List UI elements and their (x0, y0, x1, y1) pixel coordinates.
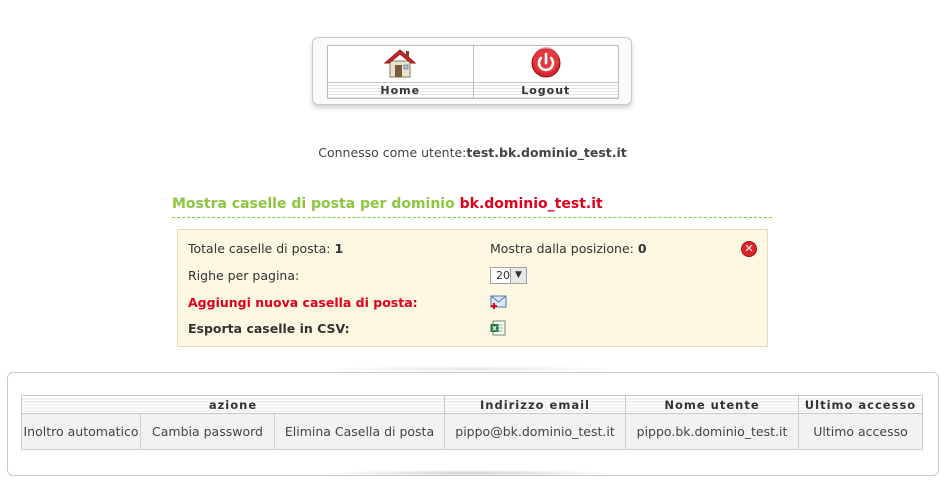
username-cell: pippo.bk.dominio_test.it (625, 413, 799, 450)
add-mailbox-label: Aggiungi nuova casella di posta: (188, 295, 418, 310)
house-icon (382, 47, 418, 83)
position-row: Mostra dalla posizione: 0 (490, 241, 647, 256)
home-button[interactable]: Home (328, 46, 473, 98)
header-azione: azione (21, 395, 445, 414)
nav-table: Home Logout (327, 45, 619, 99)
add-mailbox-icon[interactable] (490, 295, 508, 313)
home-label: Home (328, 82, 473, 98)
forward-link[interactable]: Inoltro automatico (21, 413, 141, 450)
total-row: Totale caselle di posta: 1 (188, 241, 343, 256)
top-nav: Home Logout (312, 37, 632, 105)
change-password-link[interactable]: Cambia password (140, 413, 275, 450)
connected-status: Connesso come utente:test.bk.dominio_tes… (0, 145, 945, 160)
section-title-domain: bk.dominio_test.it (459, 196, 603, 212)
header-user: Nome utente (625, 395, 799, 414)
csv-export-icon[interactable]: X (490, 320, 506, 339)
section-divider (172, 217, 772, 218)
power-icon (530, 47, 562, 83)
close-icon[interactable]: ✕ (741, 241, 757, 257)
last-access-link[interactable]: Ultimo accesso (798, 413, 923, 450)
rows-label: Righe per pagina: (188, 268, 300, 283)
chevron-down-icon: ▼ (510, 268, 526, 283)
logout-button[interactable]: Logout (472, 46, 618, 98)
position-value: 0 (637, 241, 647, 256)
export-csv-label: Esporta caselle in CSV: (188, 321, 350, 336)
rows-per-page-value: 20 (496, 269, 510, 282)
delete-mailbox-link[interactable]: Elimina Casella di posta (274, 413, 445, 450)
table-row: Inoltro automatico Cambia password Elimi… (21, 413, 923, 450)
logout-label: Logout (473, 82, 618, 98)
section-title-prefix: Mostra caselle di posta per dominio (172, 196, 455, 212)
mailbox-table: azione Indirizzo email Nome utente Ultim… (21, 395, 923, 450)
info-panel: Totale caselle di posta: 1 Mostra dalla … (177, 229, 768, 347)
table-header-row: azione Indirizzo email Nome utente Ultim… (21, 395, 923, 414)
email-cell: pippo@bk.dominio_test.it (444, 413, 626, 450)
rows-per-page-select[interactable]: 20 ▼ (490, 267, 527, 284)
position-label: Mostra dalla posizione: (490, 241, 634, 256)
section-title: Mostra caselle di posta per dominio bk.d… (172, 196, 603, 212)
header-last-access: Ultimo accesso (798, 395, 923, 414)
connected-prefix: Connesso come utente: (318, 145, 467, 160)
total-label: Totale caselle di posta: (188, 241, 331, 256)
connected-user: test.bk.dominio_test.it (466, 145, 627, 160)
total-value: 1 (334, 241, 344, 256)
table-bottom-shadow (320, 470, 620, 476)
header-email: Indirizzo email (444, 395, 626, 414)
svg-text:X: X (492, 325, 497, 333)
